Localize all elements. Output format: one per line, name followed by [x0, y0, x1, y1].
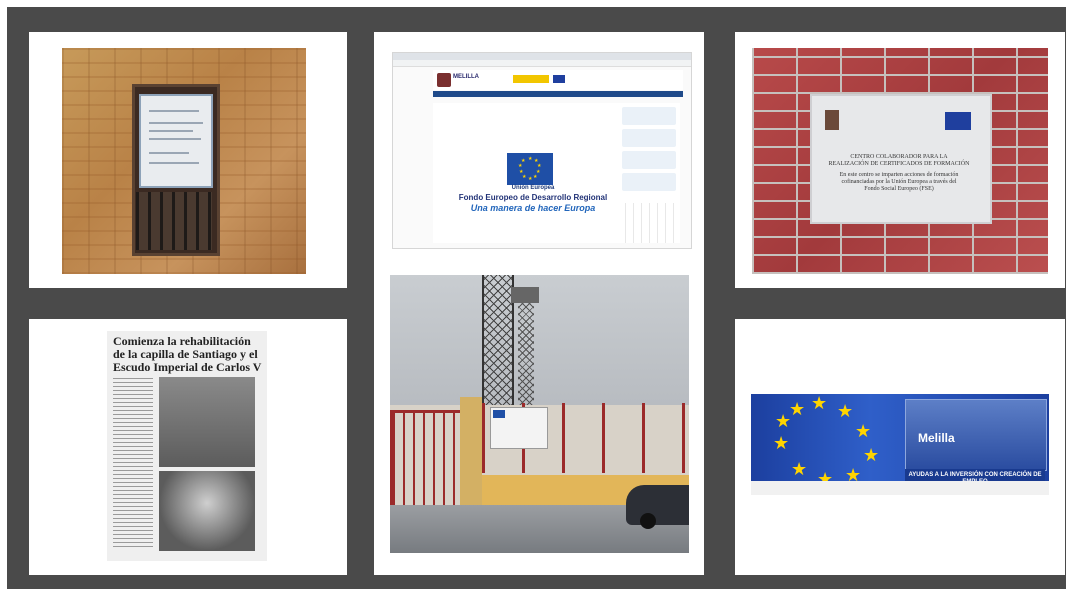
city-word: Melilla	[918, 431, 955, 445]
red-gate	[390, 410, 466, 511]
fund-name: Fondo Europeo de Desarrollo Regional	[458, 193, 608, 202]
window-bars	[136, 192, 212, 250]
address-bar	[393, 60, 691, 67]
sky	[390, 275, 689, 405]
plaque-text-line: CENTRO COLABORADOR PARA LA	[850, 154, 948, 160]
site-name: MELILLA	[453, 74, 479, 80]
calendar-widget	[618, 203, 680, 243]
eu-flag-icon	[945, 112, 971, 130]
eu-flag-icon: ★ ★ ★ ★ ★ ★ ★ ★ ★ ★	[507, 153, 553, 185]
svg-text:★: ★	[528, 156, 533, 162]
eu-flag-icon	[553, 75, 565, 83]
star-icon: ★	[791, 459, 808, 479]
castle-gate-photo	[159, 377, 255, 467]
star-icon: ★	[863, 445, 880, 465]
plaque-text-line: REALIZACIÓN DE CERTIFICADOS DE FORMACIÓN	[828, 161, 970, 167]
plaque-text-line: cofinanciadas por la Unión Europea a tra…	[841, 179, 957, 185]
floodlight-tower	[518, 303, 534, 413]
eu-banner-card: ★ ★ ★ ★ ★ ★ ★ ★ ★ ★ Melilla AYUDAS A LA …	[735, 319, 1065, 575]
star-icon: ★	[855, 421, 872, 441]
city-crest-icon	[437, 73, 451, 87]
star-icon: ★	[789, 399, 806, 419]
eu-flag-icon	[493, 410, 505, 418]
website-and-stadium-card: MELILLA ★ ★ ★ ★ ★ ★ ★ ★ ★ ★ Unión Europea Fond…	[374, 32, 704, 575]
government-logo	[513, 75, 549, 83]
plaque-text-line: Fondo Social Europeo (FSE)	[864, 186, 934, 192]
star-icon: ★	[811, 393, 828, 413]
svg-text:★: ★	[533, 174, 538, 180]
text-column	[113, 377, 153, 547]
eu-motto: Una manera de hacer Europa	[470, 203, 596, 213]
eu-label: Unión Europea	[511, 185, 555, 191]
vaulted-ceiling-photo	[159, 471, 255, 551]
svg-text:★: ★	[528, 176, 533, 182]
star-icon: ★	[775, 411, 792, 431]
browser-tabs	[393, 53, 691, 60]
logo-strip	[751, 481, 1049, 495]
svg-text:★: ★	[521, 158, 526, 164]
brick-plaque-photo: CENTRO COLABORADOR PARA LA REALIZACIÓN D…	[735, 32, 1065, 288]
gate-pillar	[460, 397, 482, 505]
parked-car	[626, 485, 689, 525]
lattice-tower	[482, 275, 514, 405]
crest-icon	[825, 110, 839, 130]
svg-text:★: ★	[519, 169, 524, 175]
information-sign	[139, 94, 213, 188]
website-screenshot: MELILLA ★ ★ ★ ★ ★ ★ ★ ★ ★ ★ Unión Europea Fond…	[392, 52, 692, 249]
star-icon: ★	[837, 401, 854, 421]
floodlight-lamp	[511, 287, 539, 303]
plaque-text-line: En este centro se imparten acciones de f…	[839, 172, 959, 178]
newspaper-clipping: Comienza la rehabilitación de la capilla…	[29, 319, 347, 575]
headline: Comienza la rehabilitación de la capilla…	[113, 334, 262, 374]
car-wheel	[640, 513, 656, 529]
site-navbar	[433, 91, 683, 97]
wall-window-photo	[29, 32, 347, 288]
stadium-photo	[390, 275, 689, 553]
star-icon: ★	[773, 433, 790, 453]
